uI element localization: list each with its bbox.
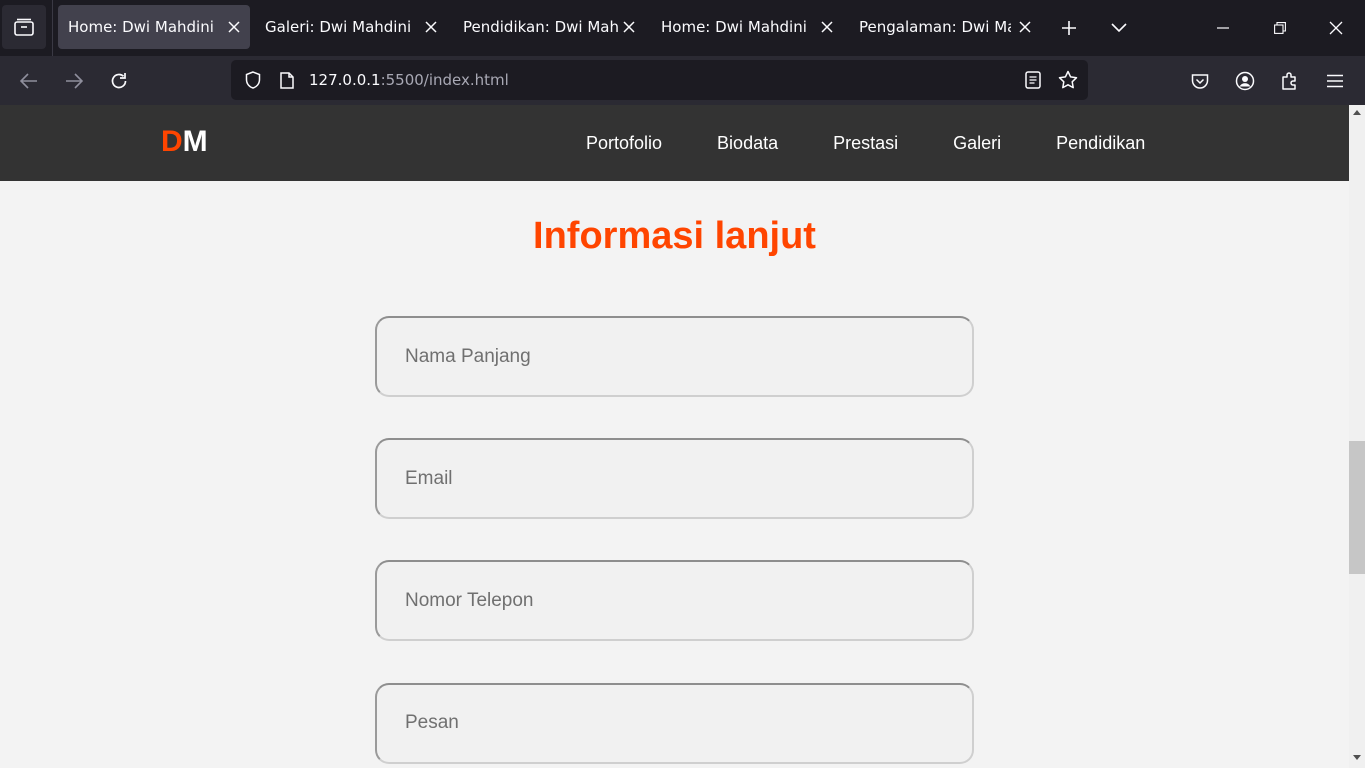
name-field-wrapper (375, 316, 974, 397)
scroll-up-icon[interactable] (1353, 109, 1361, 115)
restore-button[interactable] (1265, 13, 1295, 43)
section-title: Informasi lanjut (533, 215, 816, 257)
back-icon (20, 73, 37, 89)
new-tab-button[interactable] (1054, 13, 1084, 43)
scrollbar-thumb[interactable] (1349, 441, 1365, 574)
url-path: :5500/index.html (380, 71, 509, 89)
minimize-button[interactable] (1208, 13, 1238, 43)
nav-link-prestasi[interactable]: Prestasi (833, 133, 898, 154)
tab-title: Galeri: Dwi Mahdini (265, 18, 412, 36)
tab-title: Pengalaman: Dwi Mahdini (859, 18, 1011, 36)
account-icon (1235, 71, 1255, 91)
tab-galeri[interactable]: Galeri: Dwi Mahdini (255, 5, 447, 49)
tab-pendidikan[interactable]: Pendidikan: Dwi Mahdini (453, 5, 645, 49)
reload-button[interactable] (104, 66, 134, 96)
tab-close-icon[interactable] (1015, 17, 1035, 37)
url-text[interactable]: 127.0.0.1:5500/index.html (309, 71, 509, 89)
site-nav: Portofolio Biodata Prestasi Galeri Pendi… (586, 133, 1145, 154)
page-viewport: DM Portofolio Biodata Prestasi Galeri Pe… (0, 105, 1349, 768)
tab-list-button[interactable] (2, 5, 46, 49)
tab-overflow-icon (1111, 23, 1127, 33)
tab-close-icon[interactable] (421, 17, 441, 37)
tab-title: Pendidikan: Dwi Mahdini (463, 18, 618, 36)
tab-list-icon (14, 18, 34, 36)
restore-icon (1274, 22, 1286, 34)
email-field-wrapper (375, 438, 974, 519)
url-host: 127.0.0.1 (309, 71, 381, 89)
scroll-down-icon[interactable] (1353, 755, 1361, 761)
nav-link-galeri[interactable]: Galeri (953, 133, 1001, 154)
reader-view-icon (1025, 71, 1041, 89)
vertical-scrollbar[interactable] (1349, 105, 1365, 768)
forward-button[interactable] (59, 66, 89, 96)
back-button[interactable] (14, 66, 44, 96)
account-button[interactable] (1230, 66, 1260, 96)
tab-bar: Home: Dwi Mahdini Galeri: Dwi Mahdini Pe… (0, 0, 1365, 56)
close-window-icon (1329, 21, 1343, 35)
nav-link-pendidikan[interactable]: Pendidikan (1056, 133, 1145, 154)
pocket-button[interactable] (1185, 66, 1215, 96)
tab-pengalaman[interactable]: Pengalaman: Dwi Mahdini (849, 5, 1041, 49)
tab-title: Home: Dwi Mahdini (68, 18, 214, 36)
site-header: DM Portofolio Biodata Prestasi Galeri Pe… (0, 105, 1349, 181)
tab-close-icon[interactable] (817, 17, 837, 37)
phone-input[interactable] (377, 562, 972, 639)
bookmark-star-icon (1058, 70, 1078, 89)
app-menu-button[interactable] (1320, 66, 1350, 96)
site-logo[interactable]: DM (161, 125, 208, 159)
page-info-button[interactable] (273, 66, 301, 94)
tab-title: Home: Dwi Mahdini (661, 18, 807, 36)
tab-home[interactable]: Home: Dwi Mahdini (651, 5, 843, 49)
extensions-button[interactable] (1275, 66, 1305, 96)
phone-field-wrapper (375, 560, 974, 641)
nav-link-portofolio[interactable]: Portofolio (586, 133, 662, 154)
name-input[interactable] (377, 318, 972, 395)
minimize-icon (1217, 27, 1229, 29)
nav-link-biodata[interactable]: Biodata (717, 133, 778, 154)
logo-letter-d: D (161, 125, 183, 158)
logo-letter-m: M (182, 125, 208, 158)
tab-close-icon[interactable] (619, 17, 639, 37)
message-field-wrapper (375, 683, 974, 764)
tab-overflow-button[interactable] (1104, 13, 1134, 43)
message-input[interactable] (377, 685, 972, 762)
forward-icon (66, 73, 83, 89)
tab-home-active[interactable]: Home: Dwi Mahdini (58, 5, 250, 49)
page-icon (280, 71, 294, 89)
close-window-button[interactable] (1321, 13, 1351, 43)
pocket-icon (1191, 74, 1209, 89)
tab-close-icon[interactable] (224, 17, 244, 37)
bookmark-button[interactable] (1054, 66, 1082, 94)
url-bar[interactable]: 127.0.0.1:5500/index.html (231, 60, 1088, 100)
reader-view-button[interactable] (1019, 66, 1047, 94)
browser-toolbar: 127.0.0.1:5500/index.html (0, 56, 1365, 105)
extensions-icon (1282, 72, 1296, 90)
menu-icon (1327, 74, 1343, 88)
reload-icon (111, 73, 127, 89)
tab-separator (52, 0, 53, 56)
shield-icon (245, 71, 261, 89)
site-info-button[interactable] (239, 66, 267, 94)
new-tab-icon (1062, 21, 1076, 35)
email-input[interactable] (377, 440, 972, 517)
